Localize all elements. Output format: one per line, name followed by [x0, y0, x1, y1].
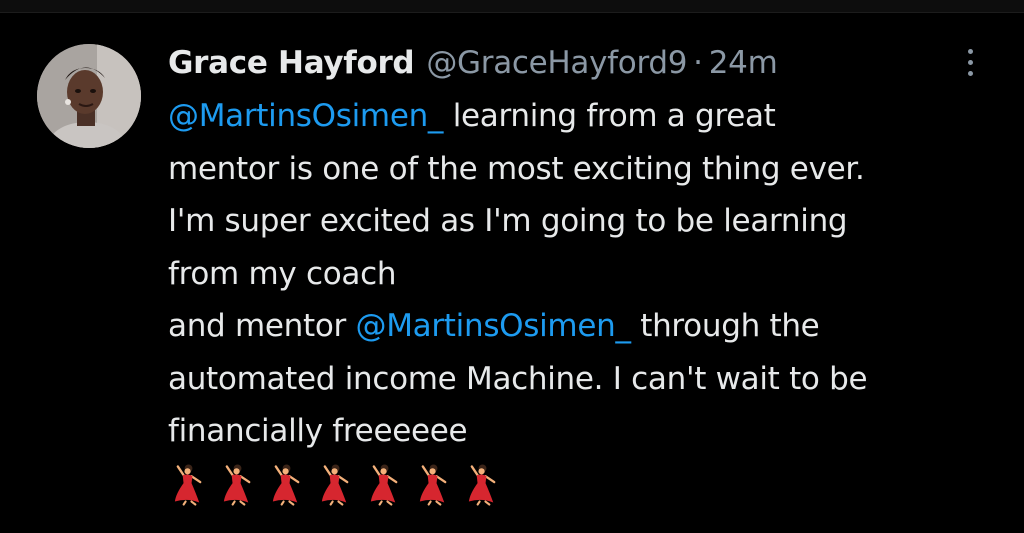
avatar[interactable] — [37, 44, 141, 148]
dancer-emoji — [223, 464, 251, 506]
tweet-text-segment: financially freeeeee — [168, 413, 468, 449]
mention-link[interactable]: @MartinsOsimen_ — [356, 308, 631, 344]
more-options-button[interactable] — [958, 42, 982, 82]
tweet-line: from my coach — [168, 248, 1008, 301]
tweet-text-segment: mentor is one of the most exciting thing… — [168, 150, 865, 187]
tweet-text-segment: automated income Machine. I can't wait t… — [168, 360, 868, 397]
tweet-line: @MartinsOsimen_ learning from a great — [168, 90, 1008, 143]
tweet-text-segment: I'm super excited as I'm going to be lea… — [168, 203, 848, 239]
tweet-text-segment: and mentor — [168, 308, 356, 344]
tweet-line: financially freeeeee — [168, 405, 1008, 458]
tweet-line: I'm super excited as I'm going to be lea… — [168, 195, 1008, 248]
tweet-header: Grace Hayford @GraceHayford9 · 24m — [168, 36, 778, 90]
tweet-line: automated income Machine. I can't wait t… — [168, 353, 1008, 406]
separator-dot: · — [693, 45, 703, 81]
dancer-emoji — [321, 464, 349, 506]
top-divider — [0, 0, 1024, 13]
tweet-text-segment: through the — [630, 308, 820, 344]
more-vertical-icon-dot — [967, 59, 973, 65]
more-vertical-icon — [967, 48, 973, 54]
tweet-line: mentor is one of the most exciting thing… — [168, 143, 1008, 196]
avatar-photo — [37, 44, 141, 148]
dancer-emoji — [419, 464, 447, 506]
mention-link[interactable]: @MartinsOsimen_ — [168, 98, 443, 134]
tweet-line: and mentor @MartinsOsimen_ through the — [168, 300, 1008, 353]
author-handle[interactable]: @GraceHayford9 — [426, 45, 687, 81]
emoji-row — [170, 460, 503, 508]
more-vertical-icon-dot — [967, 70, 973, 76]
dancer-emoji — [174, 464, 202, 506]
tweet-body: @MartinsOsimen_ learning from a great me… — [168, 90, 1008, 458]
tweet-text-segment: from my coach — [168, 255, 397, 292]
tweet-text-segment: learning from a great — [443, 98, 776, 134]
timestamp[interactable]: 24m — [709, 45, 778, 81]
author-name[interactable]: Grace Hayford — [168, 45, 415, 81]
dancer-emoji — [370, 464, 398, 506]
dancer-emoji — [272, 464, 300, 506]
dancer-emoji — [468, 464, 496, 506]
